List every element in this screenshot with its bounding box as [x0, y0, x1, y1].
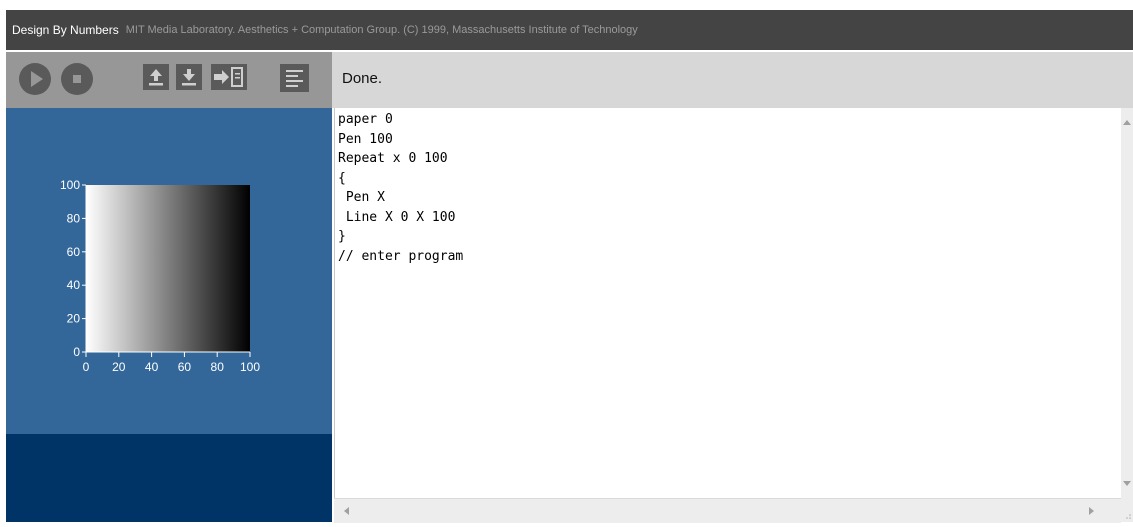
export-button[interactable] — [211, 64, 247, 90]
x-tick-label: 100 — [240, 360, 260, 374]
play-icon — [19, 63, 51, 95]
status-text: Done. — [342, 70, 383, 87]
x-tick-label: 20 — [112, 360, 126, 374]
scroll-up-icon[interactable] — [1121, 116, 1133, 130]
code-editor[interactable]: paper 0 Pen 100 Repeat x 0 100 { Pen X L… — [334, 108, 1122, 498]
y-tick-label: 20 — [67, 312, 81, 326]
stop-button[interactable] — [61, 63, 93, 95]
document-lines-icon — [280, 64, 309, 92]
resize-grip-icon — [1126, 514, 1131, 519]
canvas-panel: 100 80 60 40 20 0 0 20 40 60 80 100 — [6, 108, 332, 434]
x-tick-label: 0 — [83, 360, 90, 374]
resize-grip[interactable] — [1121, 498, 1133, 522]
app-name: Design By Numbers — [12, 23, 119, 37]
scroll-right-icon[interactable] — [1084, 500, 1098, 522]
y-tick-label: 40 — [67, 278, 81, 292]
open-button[interactable] — [143, 64, 169, 90]
footer-panel — [6, 434, 332, 522]
horizontal-scrollbar[interactable] — [334, 498, 1121, 523]
vertical-scrollbar[interactable] — [1121, 108, 1133, 498]
y-tick-label: 0 — [73, 345, 80, 359]
run-button[interactable] — [19, 63, 51, 95]
stop-icon — [61, 63, 93, 95]
download-icon — [176, 64, 202, 90]
save-button[interactable] — [176, 64, 202, 90]
y-tick-label: 80 — [67, 211, 81, 225]
upload-icon — [143, 64, 169, 90]
scroll-left-icon[interactable] — [340, 500, 354, 522]
title-bar: Design By Numbers MIT Media Laboratory. … — [6, 10, 1133, 50]
toolbar — [6, 52, 332, 108]
x-tick-label: 80 — [211, 360, 225, 374]
y-tick-label: 100 — [60, 178, 80, 192]
insert-icon — [211, 64, 247, 90]
print-button[interactable] — [280, 64, 309, 92]
scroll-down-icon[interactable] — [1121, 476, 1133, 490]
status-bar: Done. — [332, 52, 1133, 108]
code-text[interactable]: paper 0 Pen 100 Repeat x 0 100 { Pen X L… — [338, 110, 463, 266]
gradient-image — [86, 185, 250, 352]
output-canvas: 100 80 60 40 20 0 0 20 40 60 80 100 — [60, 178, 260, 374]
x-tick-label: 60 — [178, 360, 192, 374]
x-tick-label: 40 — [145, 360, 159, 374]
y-tick-label: 60 — [67, 245, 81, 259]
credits-text: MIT Media Laboratory. Aesthetics + Compu… — [125, 24, 638, 36]
